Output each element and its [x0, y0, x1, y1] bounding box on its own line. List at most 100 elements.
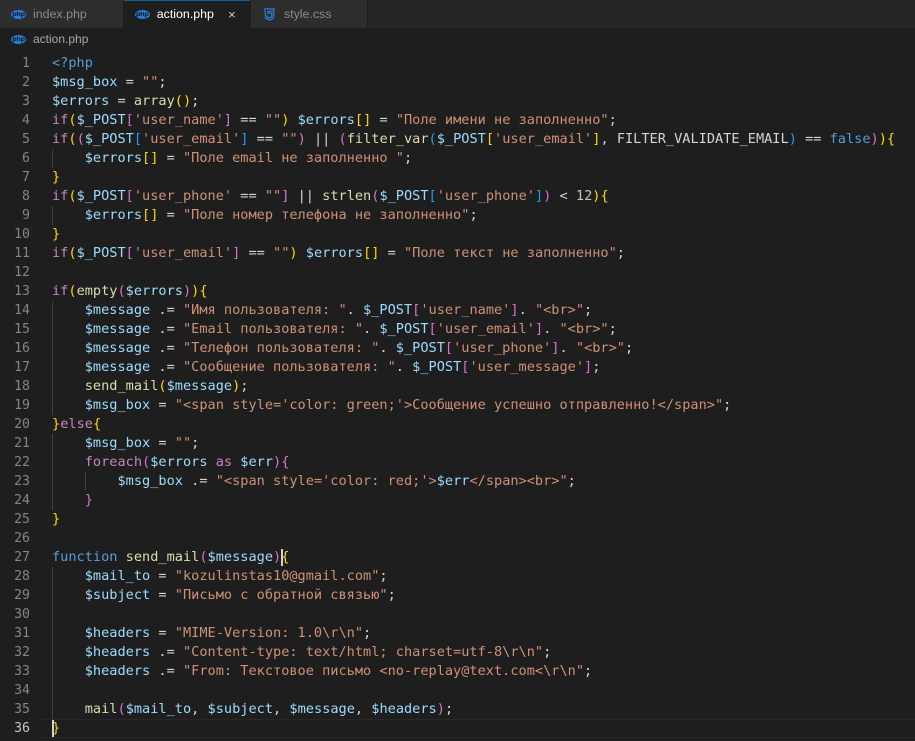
code-token: .=	[158, 359, 175, 375]
code-token: $err	[240, 454, 274, 470]
code-text: foreach($errors as $err){	[52, 453, 290, 472]
code-line[interactable]: 6 $errors[] = "Поле email не заполненно …	[0, 149, 915, 168]
code-line[interactable]: 31 $headers = "MIME-Version: 1.0\r\n";	[0, 624, 915, 643]
code-token: 'user_name'	[133, 112, 224, 128]
code-token: {	[199, 283, 208, 299]
code-line[interactable]: 29 $subject = "Письмо с обратной связью"…	[0, 586, 915, 605]
code-token: $_POST	[379, 188, 429, 204]
line-number: 25	[14, 512, 30, 527]
code-token: [	[354, 112, 364, 128]
code-token: 12	[575, 188, 593, 204]
tab-style-css[interactable]: style.css ×	[250, 0, 369, 28]
code-token: $msg_box	[117, 473, 183, 489]
breadcrumb[interactable]: php action.php	[0, 28, 915, 50]
code-editor[interactable]: 1 <?php 2 $msg_box = ""; 3 $errors = array();…	[0, 50, 915, 741]
code-line[interactable]: 17 $message .= "Сообщение пользователя: …	[0, 358, 915, 377]
code-text: $message .= "Сообщение пользователя: ". …	[52, 358, 601, 377]
code-token: (	[142, 454, 151, 470]
code-token: )	[273, 454, 282, 470]
code-line[interactable]: 19 $msg_box = "<span style='color: green…	[0, 396, 915, 415]
code-line[interactable]: 24 }	[0, 491, 915, 510]
code-line[interactable]: 14 $message .= "Имя пользователя: ". $_P…	[0, 301, 915, 320]
code-token: ]	[534, 188, 544, 204]
code-line[interactable]: 1 <?php	[0, 54, 915, 73]
line-number: 15	[14, 322, 30, 337]
code-token: "From: Текстовое письмо <no-replay@text.…	[182, 663, 585, 679]
code-text: if(empty($errors)){	[52, 282, 208, 301]
code-line[interactable]: 3 $errors = array();	[0, 92, 915, 111]
code-line[interactable]: 18 send_mail($message);	[0, 377, 915, 396]
code-line[interactable]: 27 function send_mail($message){	[0, 548, 915, 567]
code-line[interactable]: 21 $msg_box = "";	[0, 434, 915, 453]
code-text: $msg_box = "";	[52, 73, 167, 92]
line-content-area: if($_POST['user_phone' == ""] || strlen(…	[42, 187, 915, 206]
code-line[interactable]: 32 $headers .= "Content-type: text/html;…	[0, 643, 915, 662]
code-line[interactable]: 20}else{	[0, 415, 915, 434]
line-content-area: $headers .= "Content-type: text/html; ch…	[42, 643, 915, 662]
code-line[interactable]: 28 $mail_to = "kozulinstas10@gmail.com";	[0, 567, 915, 586]
code-line[interactable]: 13 if(empty($errors)){	[0, 282, 915, 301]
code-line[interactable]: 23 $msg_box .= "<span style='color: red;…	[0, 472, 915, 491]
code-line[interactable]: 15 $message .= "Email пользователя: ". $…	[0, 320, 915, 339]
line-content-area: }	[42, 225, 915, 244]
line-content-area: $msg_box = "";	[42, 73, 915, 92]
code-line[interactable]: 11 if($_POST['user_email'] == "") $errors…	[0, 244, 915, 263]
code-token: if	[52, 245, 69, 261]
code-token: foreach	[84, 454, 143, 470]
code-line[interactable]: 26	[0, 529, 915, 548]
code-line[interactable]: 35 mail($mail_to, $subject, $message, $h…	[0, 700, 915, 719]
tab-action-php[interactable]: php action.php ×	[123, 0, 251, 28]
code-line[interactable]: 34	[0, 681, 915, 700]
code-token: 'user_email'	[142, 131, 241, 147]
code-token: ==	[248, 245, 265, 261]
code-line[interactable]: 2 $msg_box = "";	[0, 73, 915, 92]
code-token: =	[379, 112, 388, 128]
code-line[interactable]: 16 $message .= "Телефон пользователя: ".…	[0, 339, 915, 358]
code-text: $headers = "MIME-Version: 1.0\r\n";	[52, 624, 371, 643]
code-line[interactable]: 22 foreach($errors as $err){	[0, 453, 915, 472]
code-line[interactable]: 4 if($_POST['user_name'] == "") $errors[]…	[0, 111, 915, 130]
code-line[interactable]: 5 if(($_POST['user_email'] == "") || (fil…	[0, 130, 915, 149]
code-line[interactable]: 36}	[0, 719, 915, 738]
code-line[interactable]: 25}	[0, 510, 915, 529]
code-token: [	[428, 321, 437, 337]
line-content-area: $errors[] = "Поле номер телефона не запо…	[42, 206, 915, 225]
code-token: ;	[158, 74, 167, 90]
code-token: $headers	[84, 663, 151, 679]
code-line[interactable]: 8 if($_POST['user_phone' == ""] || strlen…	[0, 187, 915, 206]
line-content-area: $msg_box = "<span style='color: green;'>…	[42, 396, 915, 415]
code-token: )	[788, 131, 797, 147]
code-line[interactable]: 9 $errors[] = "Поле номер телефона не за…	[0, 206, 915, 225]
code-token: )	[273, 549, 282, 565]
code-line[interactable]: 30	[0, 605, 915, 624]
code-line[interactable]: 10}	[0, 225, 915, 244]
php-file-icon: php	[134, 9, 150, 19]
line-content-area: $mail_to = "kozulinstas10@gmail.com";	[42, 567, 915, 586]
code-line[interactable]: 33 $headers .= "From: Текстовое письмо <…	[0, 662, 915, 681]
line-number: 23	[14, 474, 30, 489]
code-token: (	[68, 112, 77, 128]
tab-close-icon[interactable]: ×	[225, 8, 239, 21]
code-token: [	[142, 150, 151, 166]
code-line[interactable]: 12	[0, 263, 915, 282]
code-token: mail	[84, 701, 118, 717]
code-token: 'user_email'	[133, 245, 233, 261]
tab-index-php[interactable]: php index.php ×	[0, 0, 124, 28]
code-token: ;	[469, 207, 478, 223]
line-number: 24	[14, 493, 30, 508]
code-line[interactable]: 7}	[0, 168, 915, 187]
code-token: $msg_box	[84, 435, 151, 451]
code-token: "Поле номер телефона не заполненно"	[182, 207, 470, 223]
code-text: $message .= "Телефон пользователя: ". $_…	[52, 339, 633, 358]
